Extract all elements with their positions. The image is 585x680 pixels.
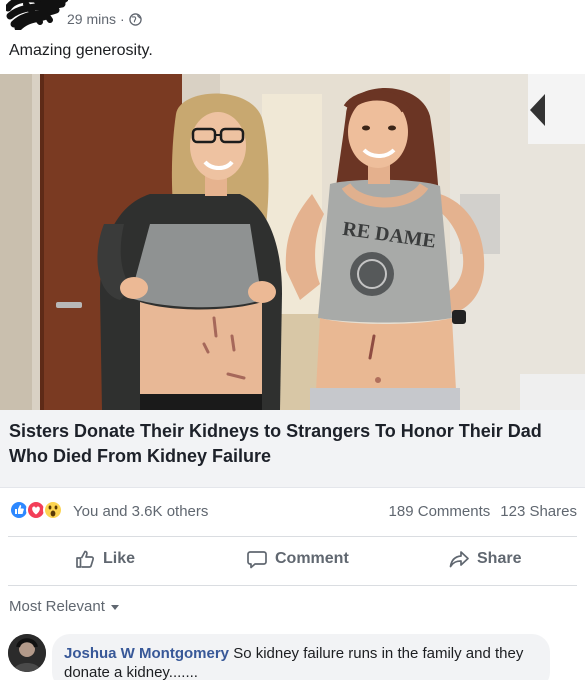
post-photo[interactable]: RE DAME [0, 74, 585, 410]
comment-author[interactable]: Joshua W Montgomery [64, 645, 229, 662]
reaction-icons[interactable] [9, 499, 69, 521]
link-preview[interactable]: Sisters Donate Their Kidneys to Stranger… [0, 410, 585, 488]
redacted-profile-scribble [6, 0, 68, 30]
post-meta: 29 mins · [67, 11, 142, 27]
post-header: 29 mins · [0, 0, 585, 36]
share-button[interactable]: Share [448, 548, 521, 570]
reactions-summary[interactable]: You and 3.6K others [73, 503, 208, 520]
link-headline[interactable]: Sisters Donate Their Kidneys to Stranger… [9, 419, 579, 469]
thumbs-up-icon [76, 550, 95, 568]
comment-icon [247, 551, 267, 569]
shares-count[interactable]: 123 Shares [500, 503, 577, 520]
love-reaction-icon [26, 500, 46, 520]
avatar-image [8, 634, 46, 672]
like-button[interactable]: Like [74, 548, 135, 570]
like-reaction-icon [9, 500, 29, 520]
avatar[interactable] [8, 634, 46, 672]
share-label: Share [477, 550, 522, 567]
comments-count[interactable]: 189 Comments [389, 503, 491, 520]
divider [8, 536, 577, 537]
comment-sort-dropdown[interactable]: Most Relevant [9, 598, 119, 615]
comment-item: Joshua W Montgomery So kidney failure ru… [0, 630, 585, 680]
caret-down-icon [110, 605, 119, 610]
meta-separator: · [120, 11, 125, 27]
comment-label: Comment [275, 550, 349, 567]
sort-label: Most Relevant [9, 598, 105, 615]
like-label: Like [103, 550, 136, 567]
comment-bubble: Joshua W Montgomery So kidney failure ru… [52, 634, 550, 680]
photo-illustration: RE DAME [0, 74, 585, 410]
action-bar: Like Comment Share [0, 540, 585, 582]
divider [8, 585, 577, 586]
comment-button[interactable]: Comment [246, 548, 349, 570]
globe-icon [128, 12, 142, 26]
post-caption: Amazing generosity. [9, 42, 153, 59]
wow-reaction-icon [43, 500, 63, 520]
post-time[interactable]: 29 mins [67, 11, 116, 27]
post-stats: You and 3.6K others 189 Comments 123 Sha… [0, 496, 585, 526]
share-icon [449, 551, 469, 568]
engagement-counts: 189 Comments 123 Shares [389, 503, 577, 520]
